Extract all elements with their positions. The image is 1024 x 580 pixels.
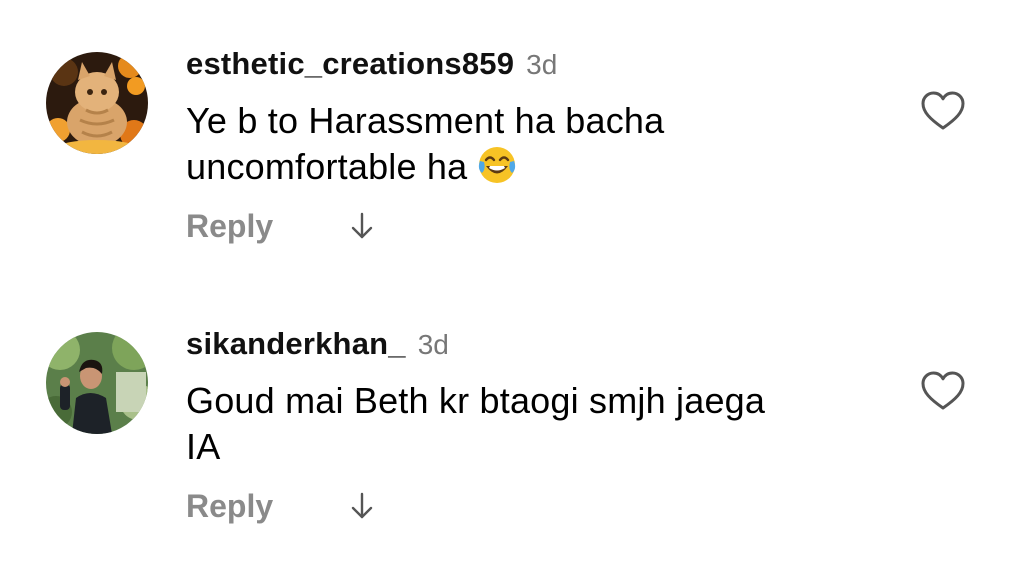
timestamp: 3d (526, 49, 558, 80)
comment-item: sikanderkhan_ 3d Goud mai Beth kr btaogi… (0, 290, 1024, 580)
arrow-down-icon[interactable] (347, 491, 377, 521)
comment-text-content: Goud mai Beth kr btaogi smjh jaega IA (186, 380, 766, 467)
avatar-image (46, 332, 148, 434)
avatar[interactable] (46, 52, 148, 154)
comment-meta: sikanderkhan_ 3d (186, 326, 894, 370)
comment-meta: esthetic_creations859 3d (186, 46, 894, 90)
username[interactable]: esthetic_creations859 (186, 46, 514, 82)
comment-actions: Reply (186, 482, 894, 530)
comment-text-content: Ye b to Harassment ha bacha uncomfortabl… (186, 100, 665, 187)
avatar-image (46, 52, 148, 154)
reply-button[interactable]: Reply (186, 208, 273, 245)
arrow-down-icon[interactable] (347, 211, 377, 241)
comment-body: esthetic_creations859 3d Ye b to Harassm… (186, 46, 894, 250)
username[interactable]: sikanderkhan_ (186, 326, 406, 362)
face-with-tears-of-joy-icon (479, 147, 516, 183)
comment-item: esthetic_creations859 3d Ye b to Harassm… (0, 0, 1024, 290)
reply-button[interactable]: Reply (186, 488, 273, 525)
comment-text: Ye b to Harassment ha bacha uncomfortabl… (186, 98, 894, 190)
comment-body: sikanderkhan_ 3d Goud mai Beth kr btaogi… (186, 326, 894, 530)
timestamp: 3d (417, 329, 449, 360)
comment-actions: Reply (186, 202, 894, 250)
heart-icon[interactable] (920, 370, 966, 412)
heart-icon[interactable] (920, 90, 966, 132)
comment-text: Goud mai Beth kr btaogi smjh jaega IA (186, 378, 894, 470)
avatar[interactable] (46, 332, 148, 434)
